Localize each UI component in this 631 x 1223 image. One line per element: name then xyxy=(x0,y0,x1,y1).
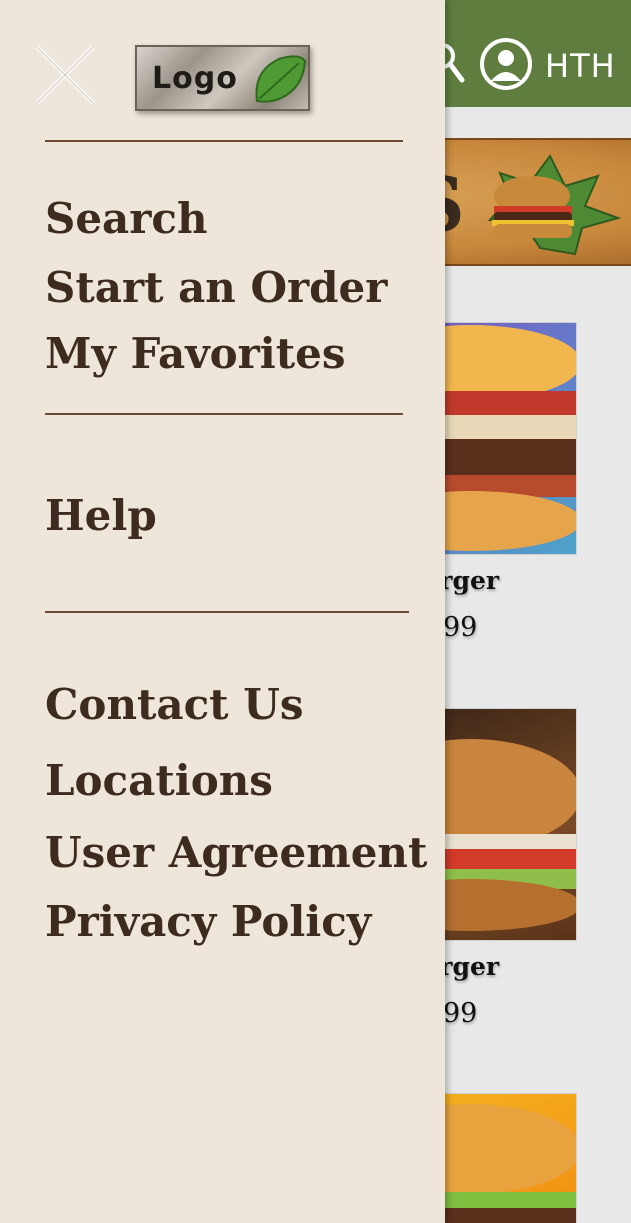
divider xyxy=(45,413,403,415)
close-icon[interactable] xyxy=(33,43,97,107)
menu-start-order[interactable]: Start an Order xyxy=(45,267,387,309)
menu-help[interactable]: Help xyxy=(45,495,157,537)
burger-leaf-icon xyxy=(480,148,630,264)
menu-contact-us[interactable]: Contact Us xyxy=(45,684,303,726)
divider xyxy=(45,140,403,142)
close-button[interactable] xyxy=(33,43,97,107)
brand-text[interactable]: HTH xyxy=(545,46,616,86)
divider xyxy=(45,611,409,613)
account-icon[interactable] xyxy=(479,37,533,95)
menu-my-favorites[interactable]: My Favorites xyxy=(45,333,346,375)
menu-privacy-policy[interactable]: Privacy Policy xyxy=(45,901,371,943)
menu-user-agreement[interactable]: User Agreement xyxy=(45,832,427,874)
menu-locations[interactable]: Locations xyxy=(45,760,273,802)
logo[interactable]: Logo xyxy=(135,45,310,111)
leaf-icon xyxy=(249,51,308,109)
navigation-drawer: Logo Search Start an Order My Favorites … xyxy=(0,0,445,1223)
logo-text: Logo xyxy=(152,61,238,96)
menu-search[interactable]: Search xyxy=(45,198,208,240)
